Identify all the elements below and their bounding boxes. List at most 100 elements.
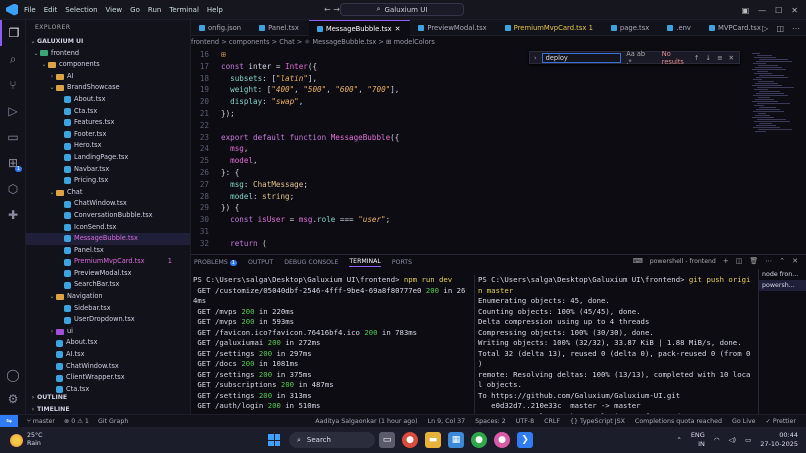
tree-file[interactable]: Panel.tsx	[26, 245, 190, 257]
menu-help[interactable]: Help	[207, 6, 223, 14]
branch-status[interactable]: ⑂ master	[27, 418, 55, 425]
command-center[interactable]: ⌕ Galuxium UI	[340, 3, 464, 16]
containers-icon[interactable]: ⬡	[0, 176, 26, 202]
code-editor[interactable]: 16 ⊞ 17 const inter = Inter({ 18 subsets: …	[191, 49, 731, 254]
battery-icon[interactable]: ▭	[745, 436, 751, 444]
layout-icon[interactable]: ▣	[742, 6, 750, 15]
windows-start-icon[interactable]	[268, 434, 280, 446]
minimize-button[interactable]: —	[758, 6, 766, 15]
menu-edit[interactable]: Edit	[44, 6, 58, 14]
maximize-panel-icon[interactable]: ⌃	[779, 257, 785, 265]
tree-folder[interactable]: ⌄ frontend	[26, 48, 190, 60]
tree-folder[interactable]: ⌄ BrandShowcase	[26, 82, 190, 94]
panel-tab[interactable]: PROBLEMS 1	[194, 259, 237, 266]
tree-file[interactable]: Pricing.tsx	[26, 175, 190, 187]
editor-tab[interactable]: page.tsx	[603, 20, 659, 36]
tree-file[interactable]: Cta.tsx	[26, 106, 190, 118]
problems-status[interactable]: ⊗ 0 ⚠ 1	[64, 418, 89, 425]
close-icon[interactable]: ✕	[728, 54, 734, 62]
editor-tab[interactable]: .env	[659, 20, 701, 36]
panel-tab[interactable]: DEBUG CONSOLE	[284, 259, 338, 266]
explorer-icon[interactable]: ❐	[0, 20, 26, 46]
tree-file[interactable]: IconSend.tsx	[26, 222, 190, 234]
terminal-list-item[interactable]: powersh...	[759, 280, 806, 291]
wifi-icon[interactable]: ◠	[714, 436, 720, 444]
tree-folder[interactable]: › AI	[26, 71, 190, 83]
tree-folder[interactable]: ⌄ components	[26, 59, 190, 71]
language-label[interactable]: ENG	[691, 431, 705, 440]
tree-file[interactable]: Features.tsx	[26, 117, 190, 129]
tree-file[interactable]: ClientWrapper.tsx	[26, 372, 190, 384]
workspace-root[interactable]: ⌄ GALUXIUM UI	[26, 36, 190, 48]
menu-icon[interactable]: ≡	[717, 54, 723, 62]
tree-file[interactable]: ChatWindow.tsx	[26, 198, 190, 210]
find-input[interactable]: deploy	[541, 52, 622, 63]
git-graph-status[interactable]: Git Graph	[98, 418, 128, 425]
chrome-profile-icon[interactable]: ●	[471, 432, 487, 448]
trash-icon[interactable]: 🗑	[749, 257, 758, 265]
terminal-pane-left[interactable]: PS C:\Users\salga\Desktop\Galuxium UI\fr…	[193, 275, 465, 422]
outline-section[interactable]: › OUTLINE	[26, 392, 191, 404]
editor-tab[interactable]: Panel.tsx	[251, 20, 309, 36]
tree-folder[interactable]: ⌄ Navigation	[26, 291, 190, 303]
tree-file[interactable]: About.tsx	[26, 94, 190, 106]
arrow-down-icon[interactable]: ↓	[705, 54, 711, 62]
panel-tab[interactable]: PORTS	[392, 259, 412, 266]
tree-folder[interactable]: ⌄ Chat	[26, 187, 190, 199]
menu-view[interactable]: View	[106, 6, 123, 14]
eol-status[interactable]: CRLF	[544, 418, 560, 425]
chrome-icon[interactable]: ●	[402, 432, 418, 448]
tree-file[interactable]: AI.tsx	[26, 349, 190, 361]
app-icon[interactable]: ▦	[448, 432, 464, 448]
gear-icon[interactable]: ⚙	[0, 386, 26, 412]
editor-tab[interactable]: PremiumMvpCard.tsx 1	[497, 20, 603, 36]
split-editor-icon[interactable]: ◫	[776, 24, 784, 33]
remote-indicator-icon[interactable]: ⇋	[0, 414, 18, 428]
extensions-icon[interactable]: ⊞ 1	[0, 150, 26, 176]
panel-tab[interactable]: TERMINAL	[349, 258, 381, 267]
tree-file[interactable]: UserDropdown.tsx	[26, 314, 190, 326]
editor-tab[interactable]: onfig.json	[191, 20, 251, 36]
tree-file[interactable]: SearchBar.tsx	[26, 279, 190, 291]
tree-file[interactable]: About.tsx	[26, 337, 190, 349]
tree-folder[interactable]: › ui	[26, 326, 190, 338]
tree-file[interactable]: PreviewModal.tsx	[26, 268, 190, 280]
tree-file[interactable]: Sidebar.tsx	[26, 303, 190, 315]
close-button[interactable]: ✕	[791, 6, 798, 15]
tree-file[interactable]: ChatWindow.tsx	[26, 361, 190, 373]
go-live-status[interactable]: Go Live	[732, 418, 756, 425]
tree-file[interactable]: PremiumMvpCard.tsx 1	[26, 256, 190, 268]
chevron-right-icon[interactable]: ›	[534, 54, 537, 62]
arrow-up-icon[interactable]: ↑	[694, 54, 700, 62]
chevron-up-icon[interactable]: ⌃	[676, 436, 681, 444]
tree-file[interactable]: MessageBubble.tsx	[26, 233, 190, 245]
tree-file[interactable]: Footer.tsx	[26, 129, 190, 141]
extension-icon[interactable]: ✚	[0, 202, 26, 228]
editor-tab[interactable]: PreviewModal.tsx	[410, 20, 496, 36]
blame-status[interactable]: Aaditya Salgaonkar (1 hour ago)	[315, 418, 417, 425]
find-options[interactable]: Aa ab .*	[626, 50, 652, 66]
search-icon[interactable]: ⌕	[0, 46, 26, 72]
account-icon[interactable]: ◯	[0, 362, 26, 388]
shell-label[interactable]: powershell - frontend	[650, 258, 716, 265]
menu-run[interactable]: Run	[148, 6, 161, 14]
nav-arrows[interactable]: ← →	[324, 5, 340, 14]
run-icon[interactable]: ▷	[762, 24, 768, 33]
tree-file[interactable]: LandingPage.tsx	[26, 152, 190, 164]
terminal-pane-right[interactable]: PS C:\Users\salga\Desktop\Galuxium UI\fr…	[474, 275, 750, 422]
language-status[interactable]: {} TypeScript JSX	[570, 418, 625, 425]
cursor-position[interactable]: Ln 9, Col 37	[428, 418, 466, 425]
clock[interactable]: 00:44 27-10-2025	[760, 431, 798, 449]
tree-file[interactable]: ConversationBubble.tsx	[26, 210, 190, 222]
vscode-icon[interactable]: ❯	[517, 432, 533, 448]
source-control-icon[interactable]: ⑂	[0, 72, 26, 98]
minimap[interactable]	[752, 52, 794, 172]
task-view-icon[interactable]: ▭	[379, 432, 395, 448]
indent-status[interactable]: Spaces: 2	[475, 418, 506, 425]
terminal-list-item[interactable]: node fron...	[759, 269, 806, 280]
editor-tab[interactable]: MessageBubble.tsx ✕	[308, 20, 411, 36]
breadcrumb[interactable]: frontend > components > Chat > ⚛ Message…	[191, 36, 435, 49]
completions-status[interactable]: Completions quota reached	[635, 418, 722, 425]
menu-go[interactable]: Go	[130, 6, 140, 14]
tree-file[interactable]: Hero.tsx	[26, 140, 190, 152]
